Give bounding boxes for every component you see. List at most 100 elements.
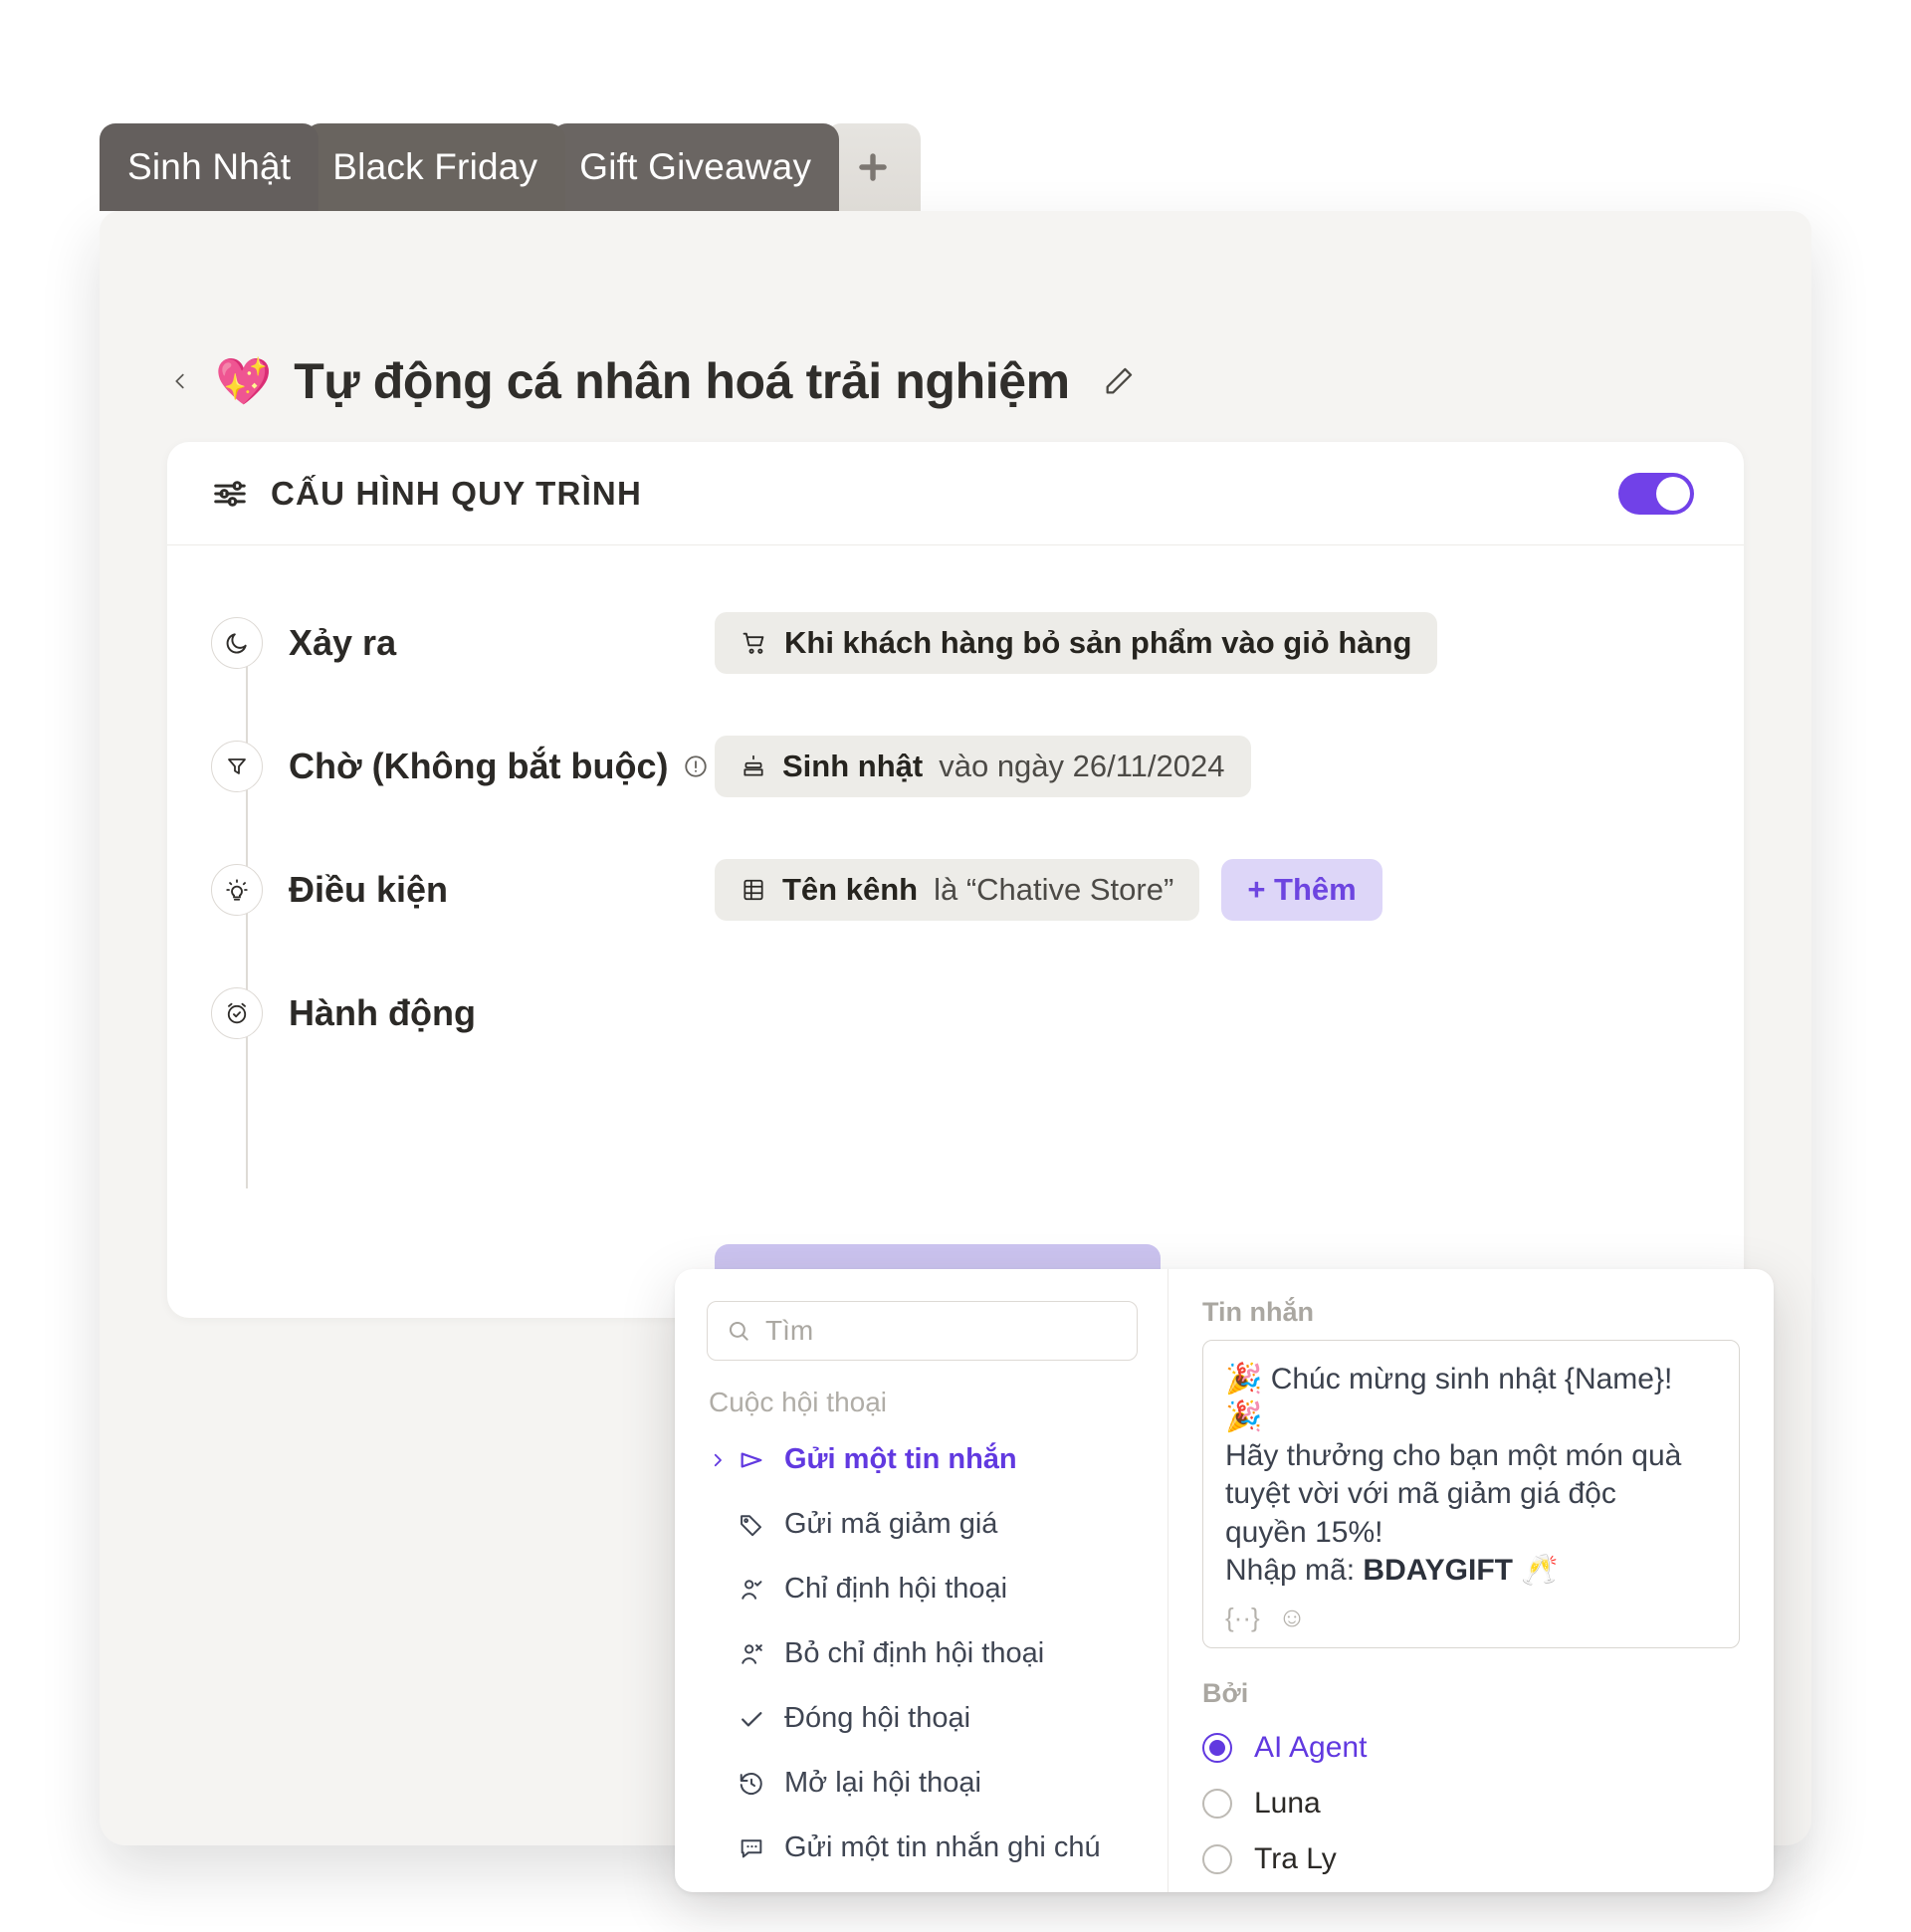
user-x-icon	[737, 1640, 766, 1668]
action-list-pane: Cuộc hội thoại Gửi một tin nhắn	[675, 1269, 1168, 1892]
message-textarea[interactable]: 🎉 Chúc mừng sinh nhật {Name}! 🎉 Hãy thưở…	[1202, 1340, 1740, 1649]
radio-option-tra-ly[interactable]: Tra Ly	[1202, 1842, 1740, 1876]
menu-item-close-conversation[interactable]: Đóng hội thoại	[707, 1691, 1138, 1746]
step-condition: Điều kiện Tên kênh là “Chative Store” + …	[167, 828, 1744, 952]
menu-item-label: Gửi mã giảm giá	[784, 1508, 998, 1540]
back-button[interactable]	[167, 359, 193, 403]
menu-item-reopen-conversation[interactable]: Mở lại hội thoại	[707, 1756, 1138, 1811]
menu-item-label: Bỏ chỉ định hội thoại	[784, 1637, 1045, 1669]
step-label-text: Điều kiện	[289, 869, 449, 910]
workflow-enable-toggle[interactable]	[1618, 472, 1694, 515]
tab-label: Sinh Nhật	[127, 146, 292, 187]
step-label-text: Chờ (Không bắt buộc)	[289, 746, 669, 786]
workflow-steps: Xảy ra Khi khách hàng bỏ sản phẩm vào gi…	[167, 545, 1744, 1188]
chip-rest-text: vào ngày 26/11/2024	[939, 749, 1225, 783]
radio-label: Tra Ly	[1254, 1842, 1337, 1876]
chip-bold-text: Tên kênh	[782, 872, 919, 907]
tab-black-friday[interactable]: Black Friday	[305, 123, 566, 211]
chevron-right-icon	[709, 1451, 727, 1469]
menu-item-send-note[interactable]: Gửi một tin nhắn ghi chú	[707, 1821, 1138, 1875]
step-label: Điều kiện	[289, 869, 448, 911]
condition-chip[interactable]: Tên kênh là “Chative Store”	[715, 859, 1200, 921]
card-header: CẤU HÌNH QUY TRÌNH	[167, 442, 1744, 545]
step-label: Hành động	[289, 992, 476, 1034]
funnel-icon	[211, 741, 263, 792]
radio-icon	[1202, 1789, 1232, 1820]
message-line-code: Nhập mã: BDAYGIFT 🥂	[1225, 1552, 1717, 1590]
sparkle-heart-emoji: 💖	[215, 355, 273, 407]
send-icon	[737, 1446, 766, 1474]
search-input[interactable]	[765, 1315, 1119, 1347]
radio-label: Luna	[1254, 1787, 1321, 1821]
action-picker-popover: Cuộc hội thoại Gửi một tin nhắn	[675, 1269, 1774, 1892]
action-group-label: Cuộc hội thoại	[709, 1387, 888, 1417]
chip-rest-text: là “Chative Store”	[934, 872, 1174, 907]
radio-icon	[1202, 1844, 1232, 1875]
radio-option-luna[interactable]: Luna	[1202, 1787, 1740, 1821]
menu-item-assign-conversation[interactable]: Chỉ định hội thoại	[707, 1562, 1138, 1616]
by-field-label: Bởi	[1202, 1678, 1249, 1709]
screenshot-root: Sinh Nhật Black Friday Gift Giveaway 💖 T…	[0, 0, 1911, 1932]
menu-item-label: Mở lại hội thoại	[784, 1767, 981, 1799]
step-values: Khi khách hàng bỏ sản phẩm vào giỏ hàng	[715, 612, 1438, 674]
toggle-knob	[1656, 476, 1690, 511]
step-label-text: Hành động	[289, 992, 476, 1033]
cake-icon	[741, 753, 766, 779]
tab-label: Gift Giveaway	[579, 146, 812, 187]
menu-item-send-discount[interactable]: Gửi mã giảm giá	[707, 1497, 1138, 1552]
radio-option-ai-agent[interactable]: AI Agent	[1202, 1731, 1740, 1765]
tab-gift-giveaway[interactable]: Gift Giveaway	[551, 123, 840, 211]
step-values: Sinh nhật vào ngày 26/11/2024	[715, 736, 1251, 797]
tab-label: Black Friday	[332, 146, 538, 187]
trigger-chip[interactable]: Khi khách hàng bỏ sản phẩm vào giỏ hàng	[715, 612, 1438, 674]
chip-bold-text: Sinh nhật	[782, 749, 924, 783]
search-field[interactable]	[707, 1301, 1138, 1361]
step-label: Xảy ra	[289, 622, 396, 664]
user-check-icon	[737, 1576, 766, 1604]
radio-label: AI Agent	[1254, 1731, 1368, 1765]
menu-item-label: Chỉ định hội thoại	[784, 1573, 1008, 1605]
note-chat-icon	[737, 1834, 766, 1862]
pencil-icon[interactable]	[1102, 364, 1136, 398]
step-trigger: Xảy ra Khi khách hàng bỏ sản phẩm vào gi…	[167, 581, 1744, 705]
sliders-icon	[211, 475, 249, 513]
tab-sinh-nhat[interactable]: Sinh Nhật	[100, 123, 319, 211]
message-code-suffix: 🥂	[1512, 1553, 1559, 1587]
tab-bar: Sinh Nhật Black Friday Gift Giveaway	[100, 111, 1811, 211]
add-condition-button[interactable]: + Thêm	[1221, 859, 1382, 921]
radio-icon	[1202, 1733, 1232, 1764]
workflow-config-card: CẤU HÌNH QUY TRÌNH Xảy ra Khi khách hàng…	[167, 442, 1744, 1318]
check-icon	[737, 1705, 766, 1733]
emoji-icon[interactable]: ☺	[1278, 1602, 1307, 1633]
menu-item-unassign-conversation[interactable]: Bỏ chỉ định hội thoại	[707, 1626, 1138, 1681]
message-line: 🎉 Chúc mừng sinh nhật {Name}! 🎉	[1225, 1363, 1673, 1434]
menu-item-send-message[interactable]: Gửi một tin nhắn	[707, 1432, 1138, 1487]
step-action: Hành động	[167, 952, 1744, 1075]
message-line: Hãy thưởng cho bạn một món quà	[1225, 1438, 1682, 1472]
page-title: Tự động cá nhân hoá trải nghiệm	[294, 353, 1070, 409]
variable-icon[interactable]: {··}	[1225, 1603, 1260, 1633]
message-field-label: Tin nhắn	[1202, 1297, 1314, 1327]
menu-item-label: Đóng hội thoại	[784, 1702, 971, 1734]
message-line: quyền 15%!	[1225, 1515, 1383, 1549]
alarm-check-icon	[211, 987, 263, 1039]
cart-icon	[741, 629, 768, 657]
step-values: Tên kênh là “Chative Store” + Thêm	[715, 859, 1382, 921]
action-detail-pane: Tin nhắn 🎉 Chúc mừng sinh nhật {Name}! 🎉…	[1168, 1269, 1774, 1892]
bulb-icon	[211, 864, 263, 916]
message-line: tuyệt vời với mã giảm giá độc	[1225, 1477, 1616, 1511]
message-code-prefix: Nhập mã:	[1225, 1553, 1364, 1587]
app-window: Sinh Nhật Black Friday Gift Giveaway 💖 T…	[100, 111, 1811, 1892]
window-body: 💖 Tự động cá nhân hoá trải nghiệm CẤU HÌ…	[100, 211, 1811, 1892]
step-label-text: Xảy ra	[289, 622, 397, 663]
card-title: CẤU HÌNH QUY TRÌNH	[271, 474, 642, 512]
add-tab-button[interactable]	[825, 123, 922, 211]
history-icon	[737, 1770, 766, 1798]
wait-chip[interactable]: Sinh nhật vào ngày 26/11/2024	[715, 736, 1251, 797]
menu-item-label: Gửi một tin nhắn ghi chú	[784, 1831, 1101, 1863]
info-icon[interactable]	[683, 753, 709, 779]
menu-item-label: Gửi một tin nhắn	[784, 1443, 1017, 1475]
search-icon	[726, 1318, 751, 1344]
step-wait: Chờ (Không bắt buộc) Sinh nhật vào ngày …	[167, 705, 1744, 828]
message-toolbar: {··} ☺	[1225, 1602, 1717, 1633]
